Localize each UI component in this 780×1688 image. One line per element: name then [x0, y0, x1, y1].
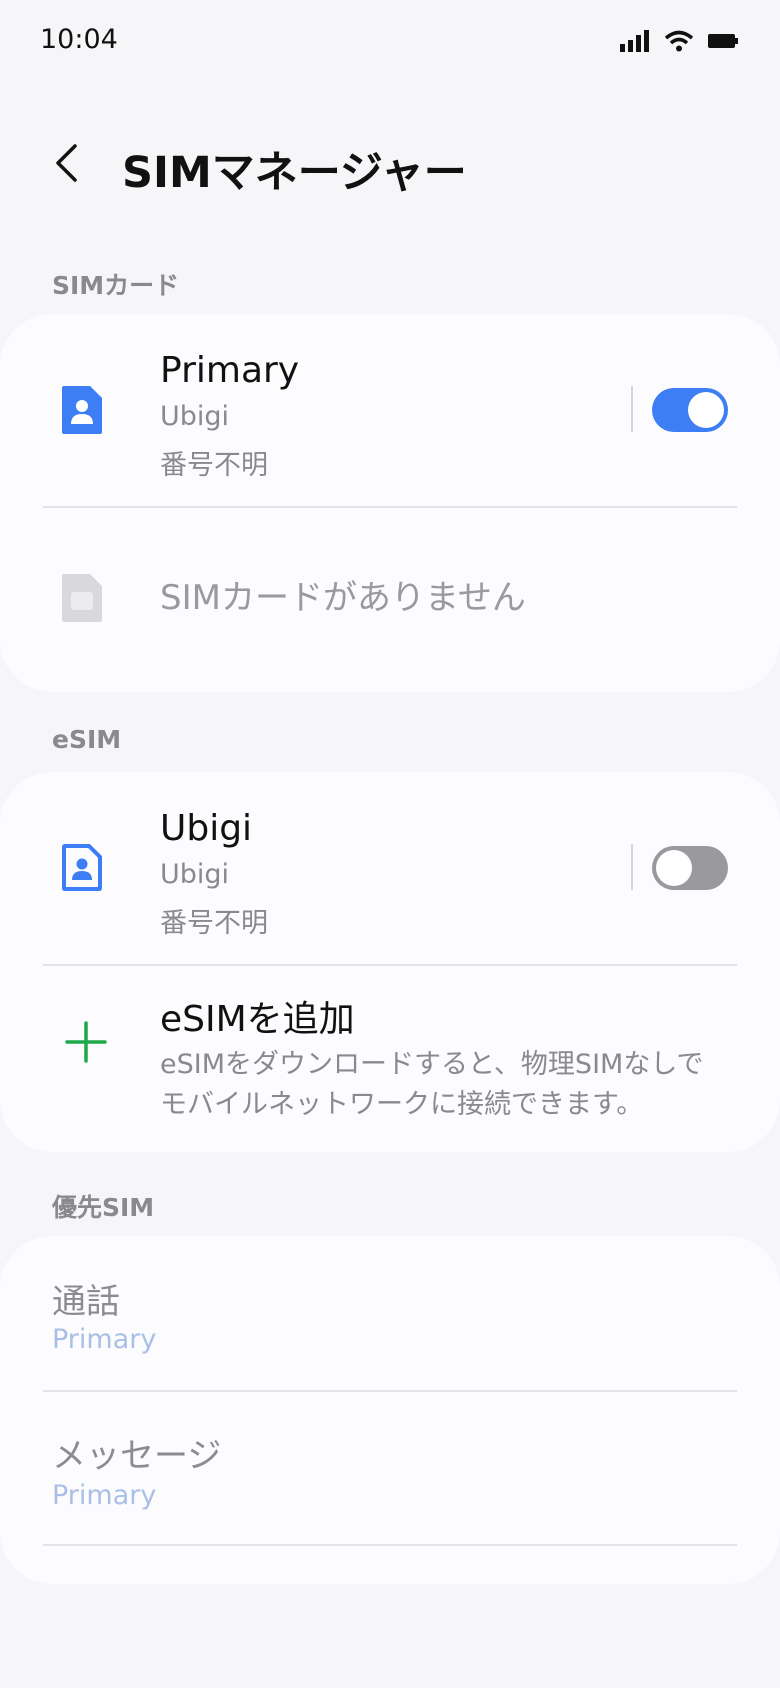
esim-ubigi-toggle[interactable]	[652, 846, 728, 890]
section-label-sim-card: SIMカード	[52, 271, 180, 300]
add-esim-description-line2: モバイルネットワークに接続できます。	[160, 1089, 644, 1120]
sim-primary-carrier: Ubigi	[160, 401, 230, 432]
esim-ubigi-row[interactable]: Ubigi Ubigi 番号不明	[0, 772, 780, 964]
signal-icon	[620, 30, 649, 52]
preferred-messages-title: メッセージ	[52, 1436, 222, 1476]
chevron-left-icon	[56, 144, 77, 182]
battery-icon	[708, 34, 738, 48]
preferred-sim-group: 通話 Primary メッセージ Primary	[0, 1236, 780, 1584]
toggle-knob	[688, 392, 724, 428]
add-esim-description-line1: eSIMをダウンロードすると、物理SIMなしで	[160, 1049, 704, 1080]
esim-ubigi-number: 番号不明	[160, 908, 268, 939]
toggle-knob	[656, 850, 692, 886]
plus-icon	[65, 1021, 107, 1063]
esim-ubigi-carrier: Ubigi	[160, 859, 230, 890]
status-icons	[620, 30, 738, 52]
preferred-calls-row[interactable]: 通話 Primary	[0, 1236, 780, 1390]
sim-card-icon	[62, 386, 102, 434]
esim-group: Ubigi Ubigi 番号不明 eSIMを追加 eSIMをダウンロードすると、…	[0, 772, 780, 1152]
preferred-messages-value: Primary	[52, 1480, 157, 1511]
add-esim-title: eSIMを追加	[160, 999, 355, 1040]
status-bar: 10:04	[0, 0, 780, 86]
preferred-calls-value: Primary	[52, 1324, 157, 1355]
section-label-esim: eSIM	[52, 725, 122, 754]
sim-card-group: Primary Ubigi 番号不明 SIMカードがありません	[0, 314, 780, 692]
sim-primary-toggle[interactable]	[652, 388, 728, 432]
page-title: SIMマネージャー	[122, 148, 467, 198]
section-label-preferred-sim: 優先SIM	[52, 1193, 155, 1222]
toggle-divider	[631, 844, 633, 890]
sim-primary-number: 番号不明	[160, 450, 268, 481]
header: SIMマネージャー	[0, 130, 780, 200]
back-button[interactable]	[46, 140, 92, 186]
wifi-icon	[664, 30, 694, 52]
preferred-messages-row[interactable]: メッセージ Primary	[0, 1392, 780, 1544]
sim-primary-title: Primary	[160, 350, 300, 391]
esim-ubigi-title: Ubigi	[160, 808, 253, 849]
sim-card-empty-icon	[62, 574, 102, 622]
toggle-divider	[631, 386, 633, 432]
esim-icon	[62, 844, 102, 891]
sim-empty-label: SIMカードがありません	[160, 578, 526, 618]
sim-primary-row[interactable]: Primary Ubigi 番号不明	[0, 314, 780, 506]
sim-empty-row: SIMカードがありません	[0, 508, 780, 692]
preferred-calls-title: 通話	[52, 1282, 120, 1322]
divider	[43, 1544, 737, 1546]
add-esim-row[interactable]: eSIMを追加 eSIMをダウンロードすると、物理SIMなしで モバイルネットワ…	[0, 966, 780, 1152]
status-time: 10:04	[40, 24, 118, 55]
